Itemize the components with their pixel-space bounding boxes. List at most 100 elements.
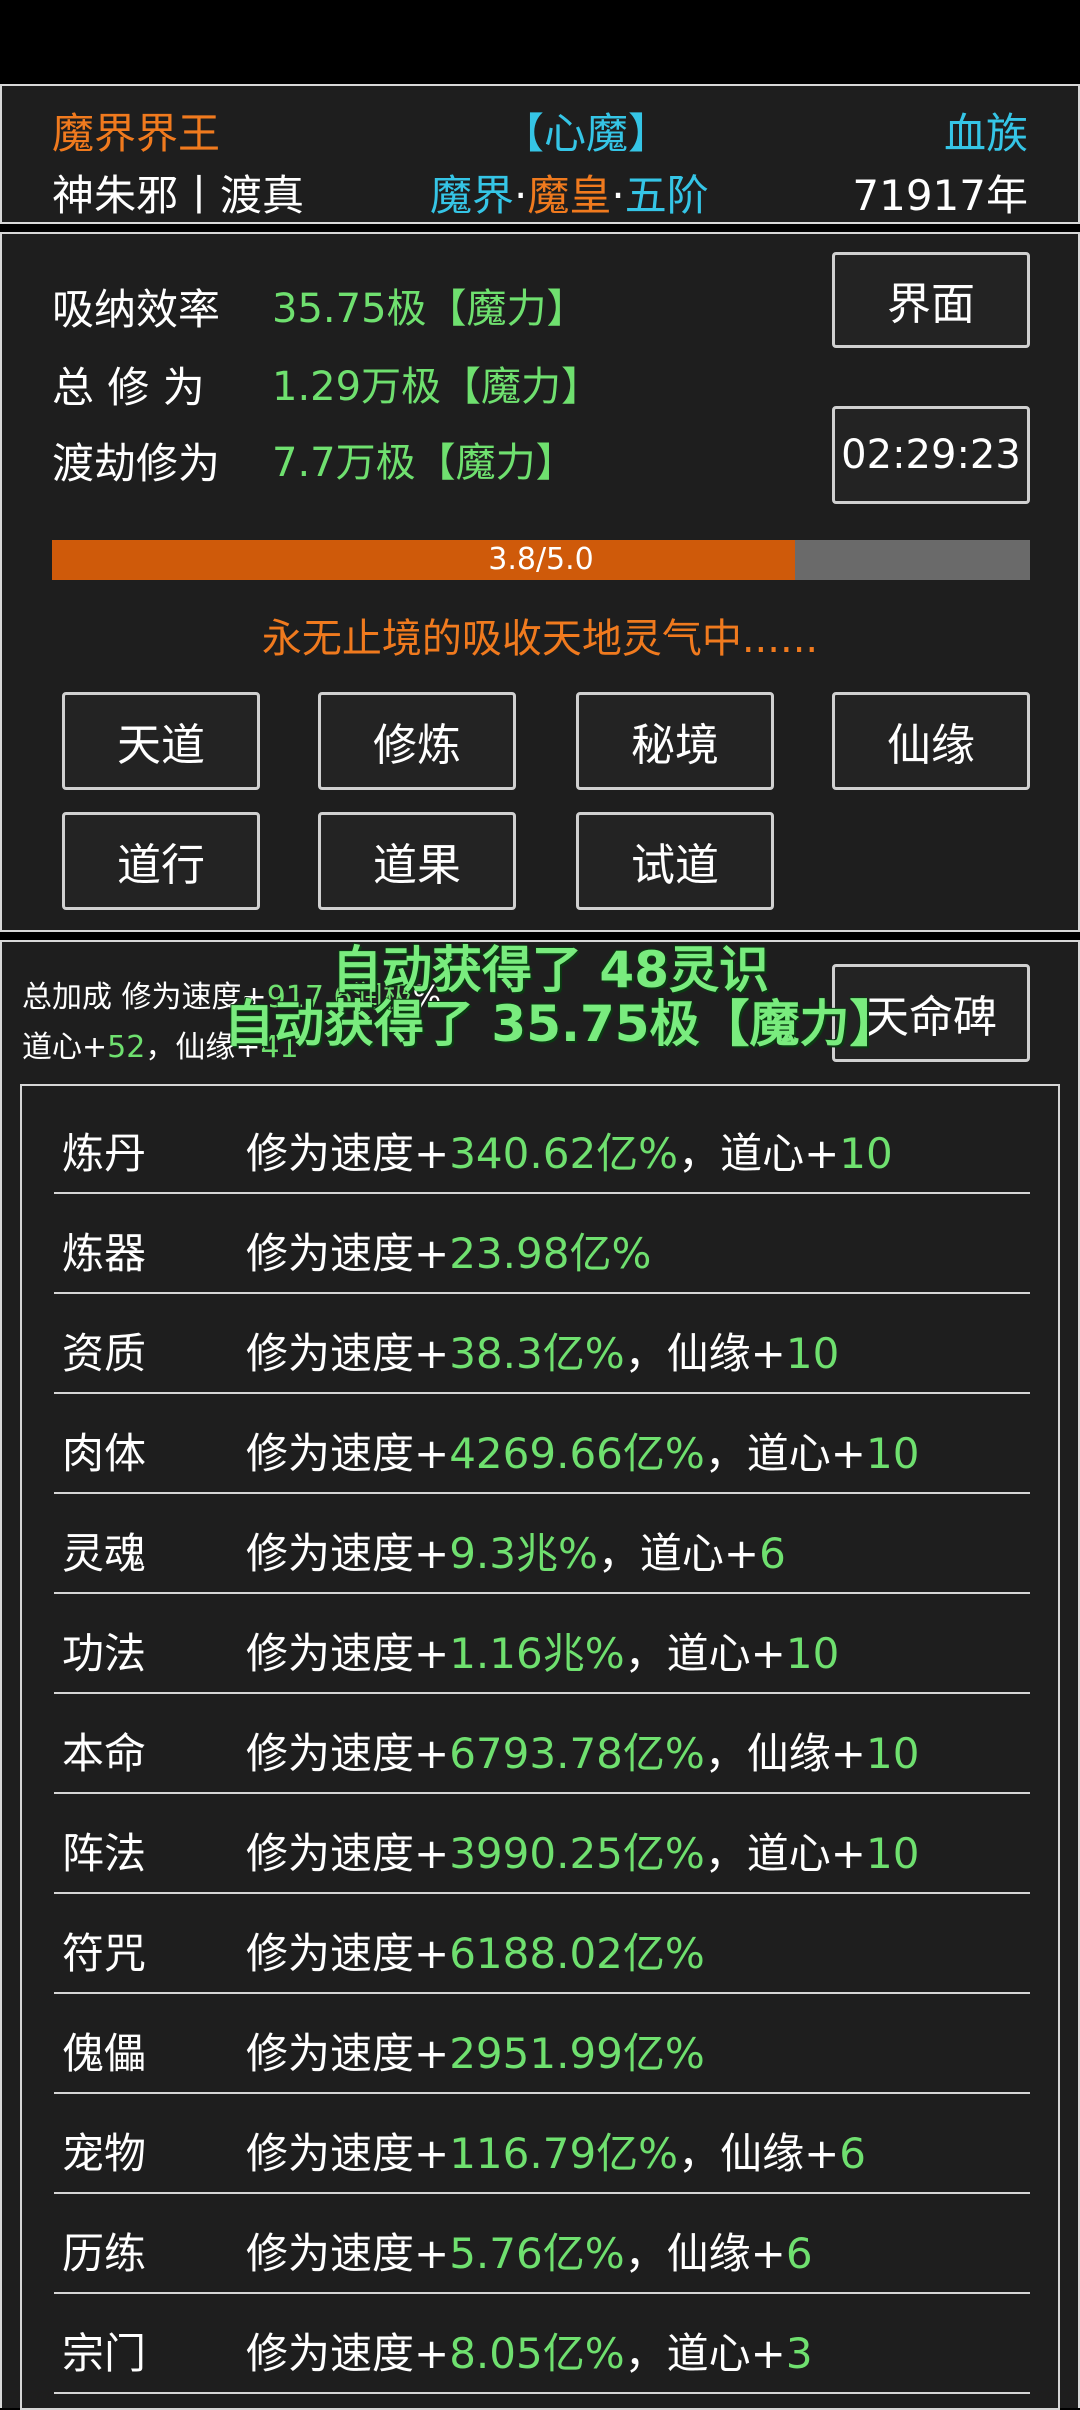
list-item-prefix: 修为速度+ (246, 1229, 450, 1278)
list-item-extra-value: 10 (866, 1729, 920, 1778)
list-item-value: 23.98亿% (449, 1229, 652, 1278)
realm-text: 魔界·魔皇·五阶 (430, 162, 709, 223)
list-item-value: 3990.25亿% (449, 1829, 705, 1878)
list-item-value: 340.62亿% (449, 1129, 679, 1178)
list-item-value: 1.16兆% (449, 1629, 625, 1678)
list-item-extra-value: 3 (785, 2329, 813, 2378)
progress-text: 3.8/5.0 (488, 542, 594, 577)
list-item-extra-value: 6 (785, 2229, 813, 2278)
list-item-extra-label: ，道心+ (597, 1529, 760, 1578)
list-item-value: 6188.02亿% (449, 1929, 705, 1978)
list-item-name: 炼器 (62, 1229, 147, 1278)
menu-button-xianyuan[interactable]: 仙缘 (832, 692, 1030, 790)
list-item-extra-value: 6 (759, 1529, 786, 1578)
list-item-desc: 修为速度+116.79亿%，仙缘+6 (246, 2120, 866, 2181)
list-item-desc: 修为速度+340.62亿%，道心+10 (246, 1120, 893, 1181)
list-item: 肉体 修为速度+4269.66亿%，道心+10 (54, 1394, 1030, 1494)
bonus-daoxin-value: 52 (107, 1030, 146, 1065)
list-item-name: 肉体 (62, 1429, 147, 1478)
header-panel: 魔界界王 【心魔】 血族 神朱邪丨渡真 魔界·魔皇·五阶 71917年 (0, 84, 1080, 224)
list-item: 历练 修为速度+5.76亿%，仙缘+6 (54, 2194, 1030, 2294)
absorb-label: 吸纳效率 (52, 285, 221, 334)
bonus-panel: 总加成 修为速度+917.6润极% 道心+52，仙缘+41 天命碑 炼丹 修为速度… (0, 940, 1080, 2410)
list-item-extra-label: ，道心+ (678, 1129, 840, 1178)
interface-button[interactable]: 界面 (832, 252, 1030, 348)
stats-panel: 吸纳效率 35.75极【魔力】 总 修 为 1.29万极【魔力】 渡劫修为 7.… (0, 232, 1080, 932)
list-item: 阵法 修为速度+3990.25亿%，道心+10 (54, 1794, 1030, 1894)
list-item-name: 炼丹 (62, 1129, 147, 1178)
list-item-desc: 修为速度+6188.02亿% (246, 1920, 705, 1981)
list-item-name: 宗门 (62, 2329, 147, 2378)
list-item-prefix: 修为速度+ (246, 1529, 450, 1578)
floating-message-power: 自动获得了 35.75极【魔力】 (224, 995, 900, 1053)
list-item-prefix: 修为速度+ (246, 1929, 450, 1978)
list-item-value: 6793.78亿% (449, 1729, 705, 1778)
title-text: 魔界界王 (52, 109, 221, 158)
list-item-desc: 修为速度+2951.99亿% (246, 2020, 705, 2081)
age-text: 71917年 (852, 171, 1028, 220)
list-item: 灵魂 修为速度+9.3兆%，道心+6 (54, 1494, 1030, 1594)
menu-button-xiulian[interactable]: 修炼 (318, 692, 516, 790)
list-item-value: 116.79亿% (449, 2129, 679, 2178)
list-item-name: 历练 (62, 2229, 147, 2278)
list-item-extra-label: ，道心+ (624, 1629, 786, 1678)
realm-world: 魔界 (430, 171, 515, 220)
list-item-name: 傀儡 (62, 2029, 147, 2078)
list-item-prefix: 修为速度+ (246, 2229, 450, 2278)
list-item-name: 符咒 (62, 1929, 147, 1978)
list-item: 炼器 修为速度+23.98亿% (54, 1194, 1030, 1294)
list-item-prefix: 修为速度+ (246, 2329, 450, 2378)
list-item-extra-value: 10 (839, 1129, 893, 1178)
list-item-prefix: 修为速度+ (246, 1129, 450, 1178)
list-item-name: 灵魂 (62, 1529, 147, 1578)
list-item: 符咒 修为速度+6188.02亿% (54, 1894, 1030, 1994)
list-item-prefix: 修为速度+ (246, 1729, 450, 1778)
realm-dot-1: · (514, 171, 528, 220)
tribulation-value: 7.7万极【魔力】 (272, 440, 576, 486)
heart-demon-status: 【心魔】 (502, 109, 671, 158)
list-item-desc: 修为速度+5.76亿%，仙缘+6 (246, 2220, 813, 2281)
list-item-extra-label: ，道心+ (624, 2329, 786, 2378)
list-item-value: 8.05亿% (449, 2329, 625, 2378)
status-message: 永无止境的吸收天地灵气中...... (261, 616, 819, 662)
list-item-name: 阵法 (62, 1829, 147, 1878)
list-item-value: 9.3兆% (449, 1529, 598, 1578)
list-item-desc: 修为速度+38.3亿%，仙缘+10 (246, 1320, 839, 1381)
tribulation-label: 渡劫修为 (52, 439, 221, 488)
list-item-desc: 修为速度+9.3兆%，道心+6 (246, 1520, 786, 1581)
menu-button-daoxing[interactable]: 道行 (62, 812, 260, 910)
menu-button-daoguo[interactable]: 道果 (318, 812, 516, 910)
list-item-name: 资质 (62, 1329, 147, 1378)
list-item-desc: 修为速度+23.98亿% (246, 1220, 651, 1281)
list-item-value: 2951.99亿% (449, 2029, 705, 2078)
race-text: 血族 (943, 109, 1028, 158)
total-value: 1.29万极【魔力】 (272, 364, 602, 410)
list-item-extra-label: ，仙缘+ (704, 1729, 866, 1778)
list-item-extra-label: ，仙缘+ (624, 2229, 786, 2278)
list-item-extra-value: 10 (866, 1829, 920, 1878)
list-item-desc: 修为速度+4269.66亿%，道心+10 (246, 1420, 919, 1481)
menu-button-tiandao[interactable]: 天道 (62, 692, 260, 790)
list-item: 本命 修为速度+6793.78亿%，仙缘+10 (54, 1694, 1030, 1794)
realm-stage: 五阶 (624, 171, 709, 220)
list-item-prefix: 修为速度+ (246, 1629, 450, 1678)
list-item-extra-value: 10 (785, 1629, 840, 1678)
realm-dot-2: · (611, 171, 625, 220)
list-item-value: 5.76亿% (449, 2229, 625, 2278)
list-item-value: 4269.66亿% (449, 1429, 705, 1478)
list-item-extra-label: ，道心+ (704, 1829, 866, 1878)
progress-bar: 3.8/5.0 (52, 540, 1030, 580)
list-item: 宠物 修为速度+116.79亿%，仙缘+6 (54, 2094, 1030, 2194)
menu-button-shidao[interactable]: 试道 (576, 812, 774, 910)
list-item-value: 38.3亿% (449, 1329, 625, 1378)
list-item-extra-label: ，仙缘+ (678, 2129, 840, 2178)
timer-display: 02:29:23 (832, 406, 1030, 504)
list-item-desc: 修为速度+6793.78亿%，仙缘+10 (246, 1720, 919, 1781)
realm-rank: 魔皇 (527, 171, 612, 220)
list-item: 炼丹 修为速度+340.62亿%，道心+10 (54, 1094, 1030, 1194)
list-item: 功法 修为速度+1.16兆%，道心+10 (54, 1594, 1030, 1694)
menu-button-mijing[interactable]: 秘境 (576, 692, 774, 790)
total-label: 总 修 为 (52, 363, 205, 412)
list-item-prefix: 修为速度+ (246, 1429, 450, 1478)
list-item-extra-value: 10 (866, 1429, 920, 1478)
